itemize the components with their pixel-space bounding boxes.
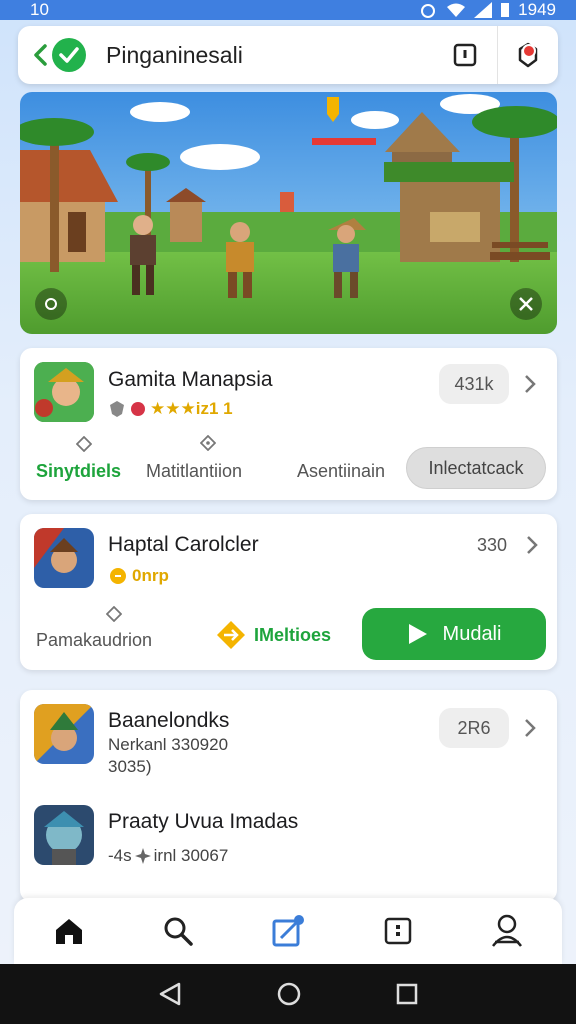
game-name-1: Gamita Manapsia — [108, 368, 273, 391]
coins-value: 0nrp — [132, 566, 169, 585]
status-indicators: 1949 — [418, 0, 556, 20]
chevron-right-icon[interactable] — [523, 718, 537, 738]
list-icon-1 — [34, 704, 94, 764]
coin-icon — [110, 568, 126, 584]
nav-square[interactable] — [373, 906, 423, 956]
list-sub-suffix: irnl 30067 — [153, 846, 229, 865]
heart-icon — [131, 402, 145, 416]
back-triangle-icon[interactable] — [157, 981, 183, 1007]
shield-icon — [110, 401, 124, 417]
home-circle-icon[interactable] — [276, 981, 302, 1007]
nav-home[interactable] — [44, 906, 94, 956]
signal-icon — [474, 2, 493, 18]
back-button[interactable] — [30, 40, 50, 70]
status-time-left: 10 — [30, 0, 49, 19]
list-item[interactable]: Baanelondks Nerkanl 330920 3035) 2R6 — [20, 690, 557, 790]
featured-banner[interactable] — [20, 92, 557, 334]
banner-left-button[interactable] — [35, 288, 67, 320]
nav-profile[interactable] — [482, 906, 532, 956]
mid-action[interactable]: IMeltioes — [216, 620, 331, 650]
search-icon — [164, 917, 194, 946]
tab-4-selected[interactable]: Inlectatcack — [406, 447, 546, 489]
menu-button[interactable] — [447, 37, 483, 73]
list-item[interactable]: Praaty Uvua Imadas -4s irnl 30067 — [20, 790, 557, 890]
play-icon — [408, 624, 427, 644]
tab-1[interactable]: Sinytdiels — [36, 461, 121, 482]
count-pill-1: 431k — [439, 364, 509, 404]
square-icon — [384, 917, 411, 945]
list-name-2: Praaty Uvua Imadas — [108, 810, 299, 833]
recents-square-icon[interactable] — [395, 982, 419, 1006]
square-menu-icon — [453, 43, 477, 67]
edit-icon — [272, 915, 304, 947]
game-card-1[interactable]: Gamita Manapsia ★★★iz1 1 431k Sinytdiels… — [20, 348, 557, 500]
alarm-icon — [421, 4, 436, 18]
diamond-icon-2 — [200, 435, 216, 451]
wifi-icon — [447, 3, 466, 17]
nav-search[interactable] — [153, 906, 203, 956]
home-icon — [55, 919, 82, 944]
diamond-icon — [76, 436, 92, 452]
tab-3[interactable]: Asentiinain — [297, 461, 385, 482]
nav-edit[interactable] — [263, 906, 313, 956]
list-sub-prefix: -4s — [108, 846, 132, 865]
list-sub-2: 3035) — [108, 757, 152, 776]
chevron-left-icon — [34, 44, 47, 66]
count-2: 330 — [477, 535, 508, 555]
list-sub-1: Nerkanl 330920 — [108, 735, 229, 754]
game-icon-1 — [34, 362, 94, 422]
list-name-1: Baanelondks — [108, 709, 230, 732]
battery-icon — [501, 3, 510, 17]
tab-2[interactable]: Matitlantiion — [146, 461, 242, 482]
game-name-2: Haptal Carolcler — [108, 533, 259, 556]
banner-illustration — [20, 92, 557, 334]
system-navigation — [0, 964, 576, 1024]
rating-row: ★★★iz1 1 — [108, 399, 233, 419]
play-button[interactable]: Mudali — [362, 608, 546, 660]
play-label: Mudali — [442, 622, 502, 645]
arrow-diamond-icon — [217, 621, 245, 649]
status-bar: 10 1949 — [0, 0, 576, 20]
mid-label: IMeltioes — [254, 624, 332, 645]
game-card-2[interactable]: Haptal Carolcler 0nrp 330 Pamakaudrion I… — [20, 514, 557, 670]
bottom-nav — [14, 898, 562, 964]
page-title: Pinganinesali — [106, 41, 243, 68]
notification-badge — [522, 44, 536, 58]
spark-icon — [134, 848, 151, 864]
chevron-right-icon[interactable] — [523, 374, 537, 394]
rating-text: ★★★iz1 1 — [150, 399, 233, 418]
check-badge-icon — [52, 38, 86, 72]
profile-icon — [492, 914, 523, 947]
coins-row: 0nrp — [108, 566, 169, 586]
game-list-card: Baanelondks Nerkanl 330920 3035) 2R6 Pra… — [20, 690, 557, 902]
list-icon-2 — [34, 805, 94, 865]
game-icon-2 — [34, 528, 94, 588]
header-divider — [497, 26, 498, 84]
notifications-button[interactable] — [510, 37, 546, 73]
left-label[interactable]: Pamakaudrion — [36, 630, 152, 651]
status-time-right: 1949 — [518, 0, 556, 19]
list-sub-row: -4s irnl 30067 — [108, 846, 228, 866]
count-pill-3: 2R6 — [439, 708, 509, 748]
chevron-right-icon[interactable] — [525, 535, 539, 555]
app-header: Pinganinesali — [18, 26, 558, 84]
diamond-icon — [106, 606, 122, 622]
